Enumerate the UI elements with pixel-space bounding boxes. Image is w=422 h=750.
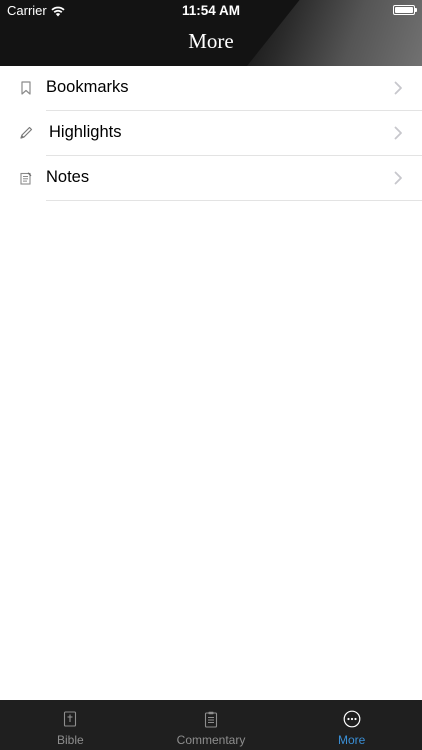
header: Carrier 11:54 AM More: [0, 0, 422, 66]
list-item-label: Bookmarks: [46, 78, 129, 96]
list-item-highlights[interactable]: Highlights: [0, 111, 422, 156]
more-icon: [343, 710, 361, 728]
list-item-label: Notes: [46, 168, 90, 186]
tab-more[interactable]: More: [281, 700, 422, 750]
tab-label: More: [338, 733, 366, 747]
more-screen: Carrier 11:54 AM More Bookmarks Highligh…: [0, 0, 422, 750]
chevron-right-icon: [394, 81, 403, 95]
note-icon: [19, 170, 33, 186]
tab-commentary[interactable]: Commentary: [141, 700, 282, 750]
status-time: 11:54 AM: [181, 3, 241, 18]
tab-label: Bible: [56, 733, 84, 747]
status-bar: Carrier 11:54 AM: [0, 0, 422, 22]
more-list: Bookmarks Highlights Notes: [0, 66, 422, 201]
list-item-label: Highlights: [49, 123, 122, 141]
chevron-right-icon: [394, 171, 403, 185]
page-title: More: [188, 29, 234, 53]
list-item-notes[interactable]: Notes: [0, 156, 422, 201]
battery-icon: [393, 5, 417, 15]
bookmark-icon: [19, 80, 33, 96]
row-divider: [46, 200, 422, 201]
chevron-right-icon: [394, 126, 403, 140]
bible-icon: [61, 710, 79, 728]
tab-bar: Bible Commentary More: [0, 700, 422, 750]
pencil-icon: [19, 125, 33, 141]
list-item-bookmarks[interactable]: Bookmarks: [0, 66, 422, 111]
commentary-icon: [202, 710, 220, 728]
tab-bible[interactable]: Bible: [0, 700, 141, 750]
tab-label: Commentary: [176, 733, 246, 747]
